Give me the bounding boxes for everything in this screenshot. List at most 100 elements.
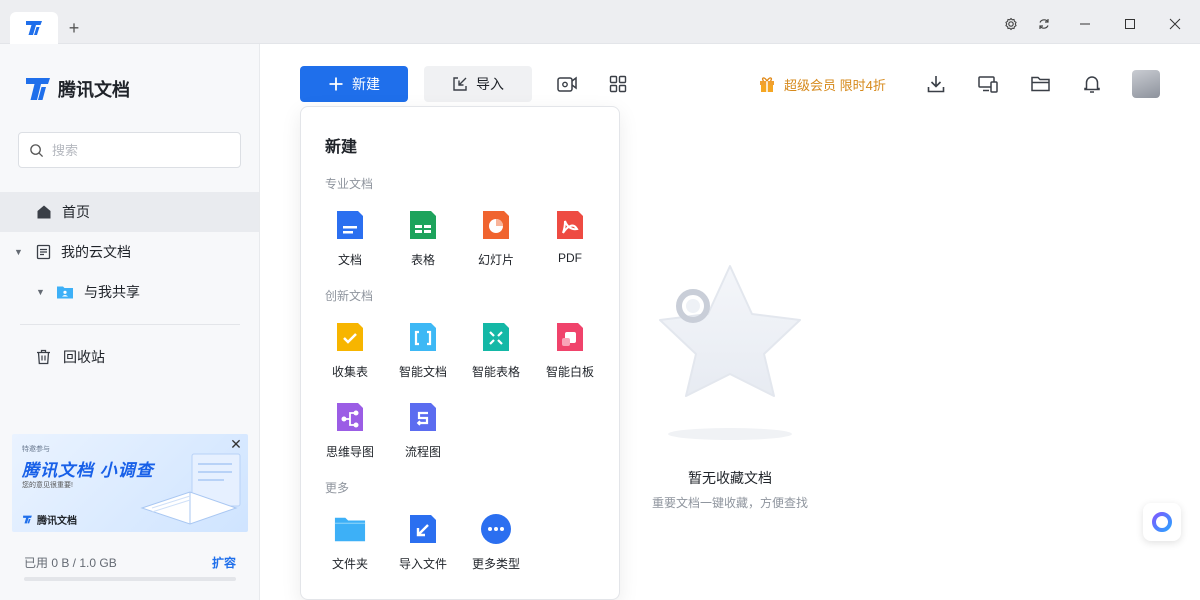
sidebar-item-my-docs[interactable]: ▼ 我的云文档	[0, 232, 259, 272]
ai-assistant-button[interactable]	[1143, 503, 1181, 541]
avatar[interactable]	[1132, 70, 1160, 98]
section-title: 创新文档	[325, 289, 374, 303]
search-box[interactable]	[18, 132, 241, 168]
trash-icon	[37, 349, 50, 365]
new-tab-button[interactable]: +	[62, 16, 86, 40]
plus-icon	[329, 77, 343, 91]
grid-view-icon[interactable]	[606, 72, 630, 96]
flowchart-icon	[407, 401, 439, 433]
sidebar: 腾讯文档 首页 ▼ 我的云文档 ▼ 与我共享 回收站 特邀参与 腾讯文档 小调查…	[0, 44, 260, 600]
section-title: 专业文档	[325, 177, 374, 191]
settings-icon[interactable]	[999, 12, 1023, 36]
shared-folder-icon	[57, 286, 73, 299]
sidebar-item-label: 回收站	[63, 349, 105, 365]
storage-progress-bar	[24, 577, 236, 581]
storage-used: 已用 0 B / 1.0 GB	[24, 556, 117, 570]
item-label: 智能白板	[545, 365, 594, 379]
new-smart-doc-item[interactable]: 智能文档	[387, 319, 459, 389]
caret-down-icon[interactable]: ▼	[36, 287, 46, 297]
new-slides-item[interactable]: 幻灯片	[460, 207, 532, 277]
new-pdf-item[interactable]: PDF	[534, 207, 606, 277]
tencent-docs-logo-icon	[26, 78, 50, 100]
search-input[interactable]	[52, 142, 222, 158]
vip-promo-link[interactable]: 超级会员 限时4折	[758, 72, 886, 96]
template-icon[interactable]	[555, 72, 579, 96]
form-icon	[334, 321, 366, 353]
doc-icon	[334, 209, 366, 241]
import-file-item[interactable]: 导入文件	[387, 511, 459, 581]
new-whiteboard-item[interactable]: 智能白板	[534, 319, 606, 389]
section-title: 更多	[325, 481, 350, 495]
whiteboard-icon	[554, 321, 586, 353]
item-label: 智能表格	[471, 365, 520, 379]
app-tab[interactable]	[10, 12, 58, 44]
brand[interactable]: 腾讯文档	[24, 76, 130, 102]
new-document-menu: 新建 专业文档 文档 表格 幻灯片 PDF 创新文档 收集表 智能文档 智能表格…	[300, 106, 620, 600]
divider	[20, 324, 240, 325]
smart-doc-icon	[407, 321, 439, 353]
empty-state-title: 暂无收藏文档	[688, 470, 772, 486]
new-sheet-item[interactable]: 表格	[387, 207, 459, 277]
banner-close-icon[interactable]: ✕	[228, 436, 244, 452]
item-label: 思维导图	[325, 445, 374, 459]
folder-icon[interactable]	[1029, 72, 1053, 96]
import-file-icon	[407, 513, 439, 545]
item-label: 更多类型	[471, 557, 520, 571]
new-button-label: 新建	[352, 76, 380, 92]
pdf-icon	[554, 209, 586, 241]
sheet-icon	[407, 209, 439, 241]
more-types-icon	[480, 513, 512, 545]
sidebar-item-label: 我的云文档	[61, 244, 131, 260]
ai-assistant-icon	[1152, 512, 1172, 532]
gift-icon	[760, 77, 774, 92]
tencent-docs-logo-icon	[23, 515, 32, 524]
search-icon	[30, 143, 44, 157]
expand-storage-button[interactable]: 扩容	[212, 554, 236, 571]
new-flowchart-item[interactable]: 流程图	[387, 399, 459, 469]
slides-icon	[480, 209, 512, 241]
item-label: 幻灯片	[477, 253, 514, 267]
item-label: 导入文件	[398, 557, 447, 571]
refresh-icon[interactable]	[1032, 12, 1056, 36]
storage-info: 已用 0 B / 1.0 GB 扩容	[24, 554, 236, 571]
empty-star-illustration	[659, 265, 801, 440]
caret-down-icon[interactable]: ▼	[14, 247, 26, 257]
maximize-icon[interactable]	[1118, 12, 1142, 36]
home-icon	[37, 205, 51, 219]
new-mindmap-item[interactable]: 思维导图	[314, 399, 386, 469]
survey-banner[interactable]: 特邀参与 腾讯文档 小调查 您的意见很重要! 腾讯文档 ✕	[12, 434, 248, 532]
banner-footer-text: 腾讯文档	[37, 516, 77, 527]
brand-name: 腾讯文档	[58, 80, 130, 100]
sidebar-item-trash[interactable]: 回收站	[0, 337, 259, 377]
item-label: PDF	[558, 251, 582, 265]
close-icon[interactable]	[1163, 12, 1187, 36]
bell-icon[interactable]	[1080, 72, 1104, 96]
new-form-item[interactable]: 收集表	[314, 319, 386, 389]
document-icon	[36, 244, 51, 260]
vip-promo-label: 超级会员 限时4折	[784, 77, 886, 93]
smart-sheet-icon	[480, 321, 512, 353]
empty-state-subtitle: 重要文档一键收藏，方便查找	[651, 496, 808, 510]
import-icon	[453, 77, 467, 91]
new-folder-item[interactable]: 文件夹	[314, 511, 386, 581]
import-button[interactable]: 导入	[424, 66, 532, 102]
sidebar-item-home[interactable]: 首页	[0, 192, 259, 232]
title-bar: +	[0, 0, 1200, 44]
download-icon[interactable]	[924, 72, 948, 96]
sidebar-item-shared[interactable]: ▼ 与我共享	[0, 272, 259, 312]
new-doc-item[interactable]: 文档	[314, 207, 386, 277]
item-label: 收集表	[331, 365, 368, 379]
devices-icon[interactable]	[976, 72, 1000, 96]
menu-title: 新建	[325, 139, 358, 156]
item-label: 文档	[337, 253, 362, 267]
banner-tagline: 特邀参与	[22, 446, 50, 453]
sidebar-item-label: 首页	[62, 204, 90, 220]
new-smart-sheet-item[interactable]: 智能表格	[460, 319, 532, 389]
banner-footer: 腾讯文档	[22, 512, 77, 527]
item-label: 流程图	[404, 445, 441, 459]
minimize-icon[interactable]	[1073, 12, 1097, 36]
banner-subtitle: 您的意见很重要!	[22, 482, 73, 489]
more-types-item[interactable]: 更多类型	[460, 511, 532, 581]
item-label: 智能文档	[398, 365, 447, 379]
new-button[interactable]: 新建	[300, 66, 408, 102]
